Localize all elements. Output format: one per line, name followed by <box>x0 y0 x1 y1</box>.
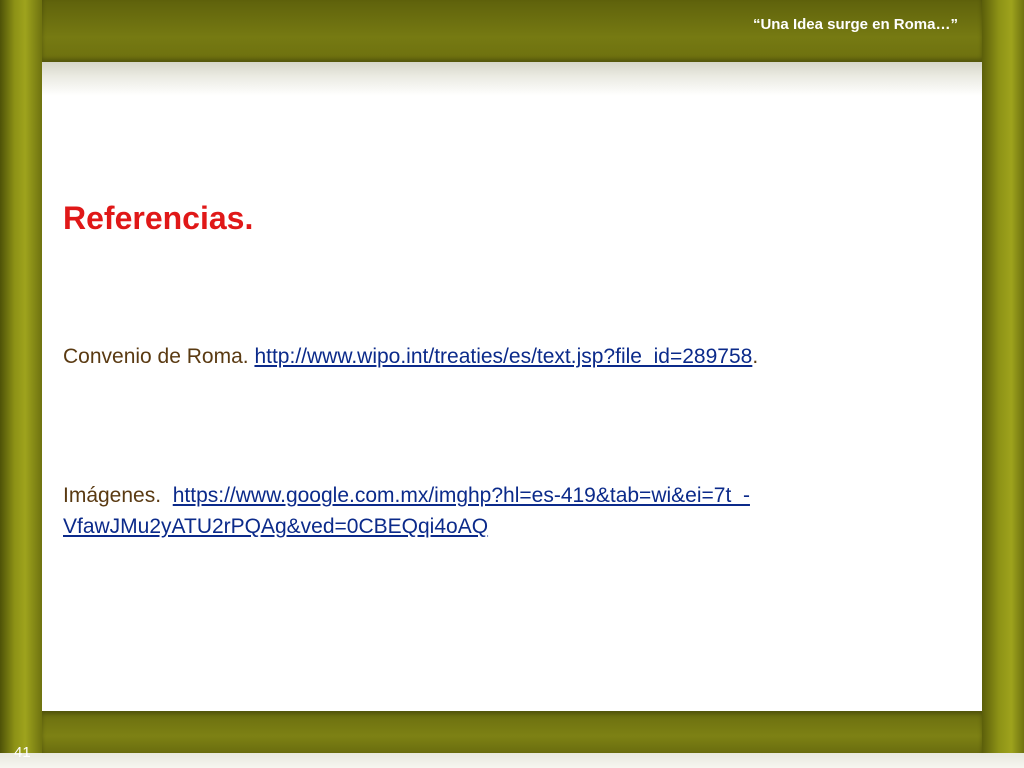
slide-heading: Referencias. <box>63 200 254 236</box>
page-number: 41 <box>14 744 31 761</box>
right-frame-bar <box>982 0 1024 768</box>
slide-content-area: Referencias. Convenio de Roma. http://ww… <box>42 62 982 711</box>
reference-label: Imágenes. <box>63 484 162 507</box>
reference-label: Convenio de Roma. <box>63 345 249 368</box>
content-top-shadow <box>42 62 982 96</box>
link-line-1[interactable]: https://www.google.com.mx/imghp?hl=es-41… <box>173 484 750 507</box>
link-line-2[interactable]: VfawJMu2yATU2rPQAg&ved=0CBEQqi4oAQ <box>63 515 488 538</box>
wipo-link[interactable]: http://www.wipo.int/treaties/es/text.jsp… <box>254 345 752 368</box>
slide-header-title: “Una Idea surge en Roma…” <box>752 16 958 33</box>
reference-imagenes: Imágenes. https://www.google.com.mx/imgh… <box>63 480 943 542</box>
footer-strip <box>0 753 1024 768</box>
reference-convenio: Convenio de Roma. http://www.wipo.int/tr… <box>63 341 943 372</box>
google-images-link[interactable]: https://www.google.com.mx/imghp?hl=es-41… <box>63 484 750 538</box>
footer-band <box>42 711 982 753</box>
reference-suffix: . <box>752 345 759 368</box>
left-frame-bar <box>0 0 42 768</box>
